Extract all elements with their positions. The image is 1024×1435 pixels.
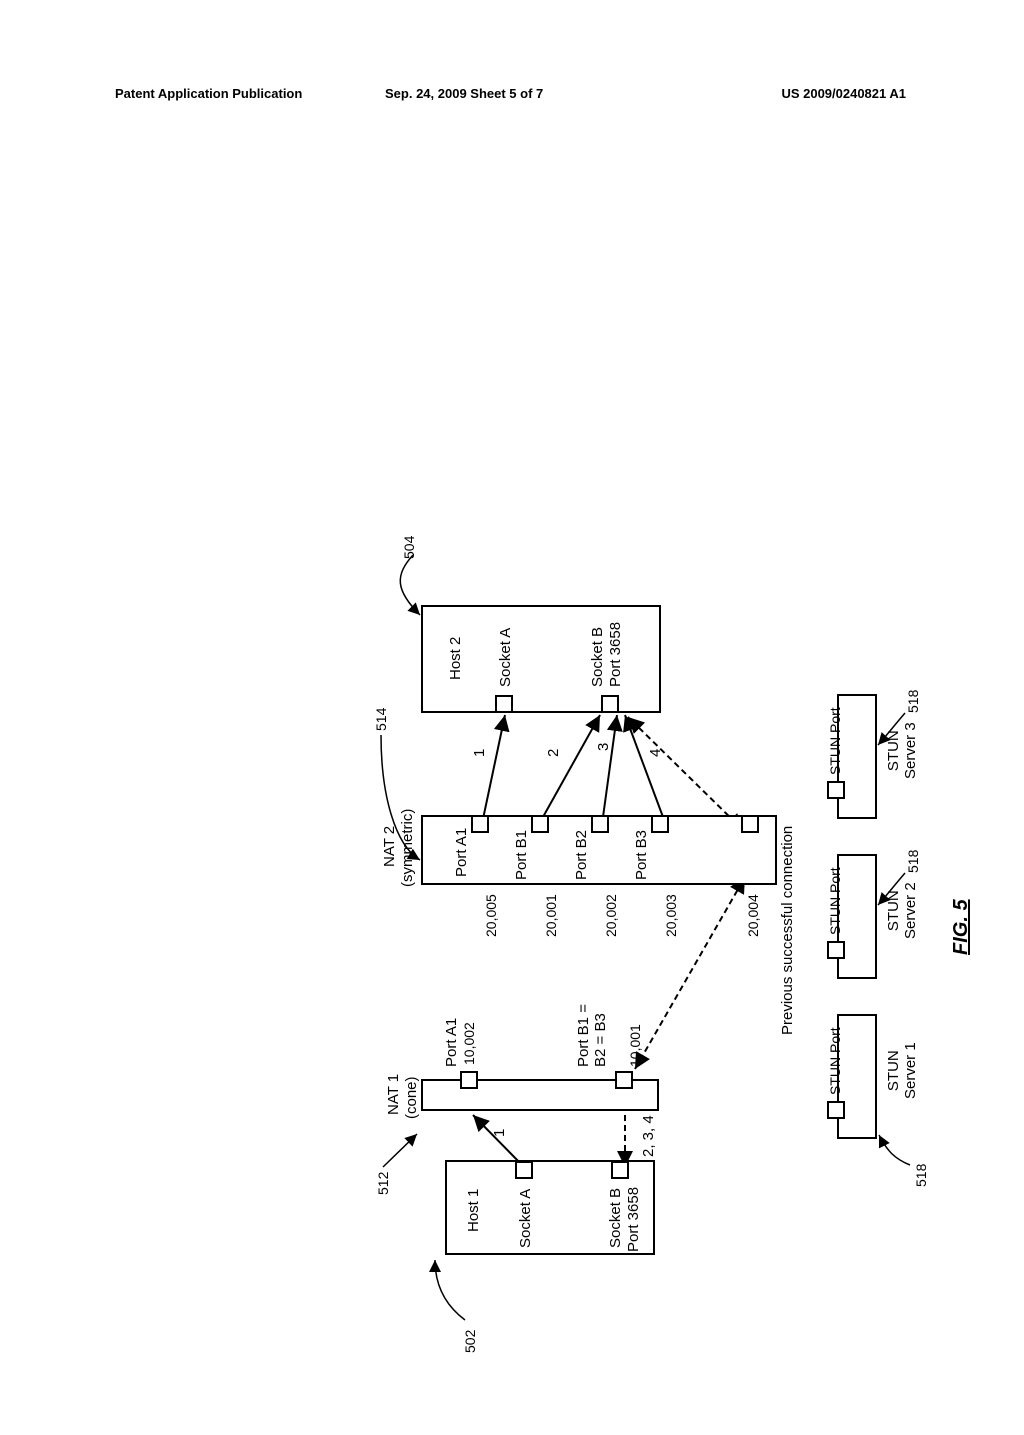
- nat1-ref: 512: [375, 1172, 391, 1195]
- stun3-ref: 518: [905, 690, 921, 713]
- host1-title: Host 1: [465, 1189, 482, 1232]
- nat2-port-b2: Port B2: [573, 830, 590, 880]
- nat1-port-a1-box: [460, 1071, 478, 1089]
- header-left: Patent Application Publication: [115, 86, 302, 101]
- prev-conn-label: Previous successful connection: [779, 826, 796, 1035]
- stun3-label: STUN Server 3: [885, 722, 919, 779]
- stun3-port-box: [827, 781, 845, 799]
- nat2-title2: (symmetric): [399, 809, 416, 887]
- nat2-port-b3: Port B3: [633, 830, 650, 880]
- nat2-title1: NAT 2: [381, 826, 398, 867]
- nat2-port-b1: Port B1: [513, 830, 530, 880]
- nat2-port-b1-num: 20,001: [543, 894, 559, 937]
- figure-label: FIG. 5: [950, 899, 973, 955]
- host2-socket-a-port: [495, 695, 513, 713]
- nat2-port-a1-box: [471, 815, 489, 833]
- host1-socket-b2: Port 3658: [625, 1187, 642, 1252]
- nat1-port-a1-num: 10,002: [461, 1022, 477, 1065]
- figure-5: Host 1 502 Socket A Socket B Port 3658 N…: [365, 535, 1024, 1335]
- nat2-port-b2-box: [591, 815, 609, 833]
- stun1-port: STUN Port: [827, 1027, 843, 1095]
- nat2-a3: 3: [595, 743, 612, 751]
- nat2-pred-box: [741, 815, 759, 833]
- stun2-port: STUN Port: [827, 867, 843, 935]
- nat1-title1: NAT 1: [385, 1074, 402, 1115]
- nat2-port-a1-num: 20,005: [483, 894, 499, 937]
- nat1-port-b-num: 10,001: [627, 1024, 643, 1067]
- header-center: Sep. 24, 2009 Sheet 5 of 7: [385, 86, 543, 101]
- nat2-port-b1-box: [531, 815, 549, 833]
- nat1-arrow1: 1: [491, 1129, 508, 1137]
- nat2-port-a1: Port A1: [453, 828, 470, 877]
- nat2-a4: 4: [647, 749, 664, 757]
- nat1-port-a1: Port A1: [443, 1018, 460, 1067]
- host1-socket-a-port: [515, 1161, 533, 1179]
- nat1-port-b: Port B1 = B2 = B3: [575, 1004, 609, 1067]
- host2-socket-b-port: [601, 695, 619, 713]
- host2-title: Host 2: [447, 637, 464, 680]
- nat2-a1: 1: [471, 749, 488, 757]
- stun1-label: STUN Server 1: [885, 1042, 919, 1099]
- host2-socket-a: Socket A: [497, 628, 514, 687]
- host1-ref: 502: [462, 1330, 478, 1353]
- nat2-port-b3-box: [651, 815, 669, 833]
- nat2-ref: 514: [373, 708, 389, 731]
- nat1-port-b-box: [615, 1071, 633, 1089]
- stun3-box: [837, 694, 877, 819]
- stun3-port: STUN Port: [827, 707, 843, 775]
- stun1-port-box: [827, 1101, 845, 1119]
- header-right: US 2009/0240821 A1: [781, 86, 906, 101]
- stun2-box: [837, 854, 877, 979]
- nat2-port-b2-num: 20,002: [603, 894, 619, 937]
- host1-socket-a: Socket A: [517, 1189, 534, 1248]
- stun2-label: STUN Server 2: [885, 882, 919, 939]
- host2-ref: 504: [401, 536, 417, 559]
- stun2-ref: 518: [905, 850, 921, 873]
- nat2-port-b3-num: 20,003: [663, 894, 679, 937]
- host2-socket-b1: Socket B: [589, 627, 606, 687]
- host1-socket-b-port: [611, 1161, 629, 1179]
- stun1-box: [837, 1014, 877, 1139]
- nat2-a2: 2: [545, 749, 562, 757]
- stun1-ref: 518: [913, 1164, 929, 1187]
- host2-socket-b2: Port 3658: [607, 622, 624, 687]
- nat1-arrow234: 2, 3, 4: [640, 1115, 657, 1157]
- nat2-pred-num: 20,004: [745, 894, 761, 937]
- stun2-port-box: [827, 941, 845, 959]
- host1-socket-b1: Socket B: [607, 1188, 624, 1248]
- nat1-title2: (cone): [403, 1076, 420, 1119]
